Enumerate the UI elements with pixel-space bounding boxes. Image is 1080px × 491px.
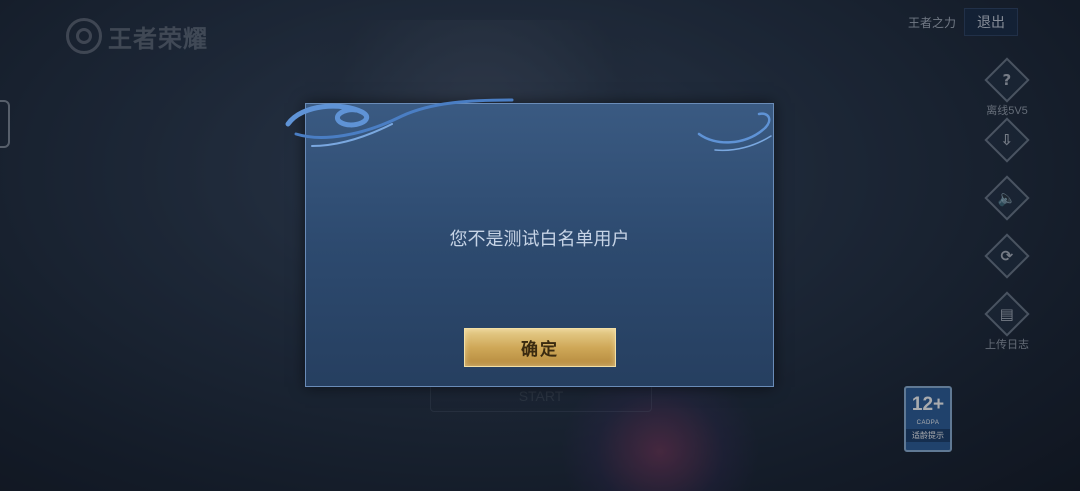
dialog-swirl-ornament-icon <box>285 98 514 147</box>
dialog-corner-ornament-icon <box>697 112 772 152</box>
confirm-button-label: 确定 <box>521 340 559 360</box>
dialog-message: 您不是测试白名单用户 <box>449 229 630 250</box>
alert-dialog: 您不是测试白名单用户 确定 <box>285 98 774 387</box>
confirm-button[interactable]: 确定 <box>464 328 616 367</box>
